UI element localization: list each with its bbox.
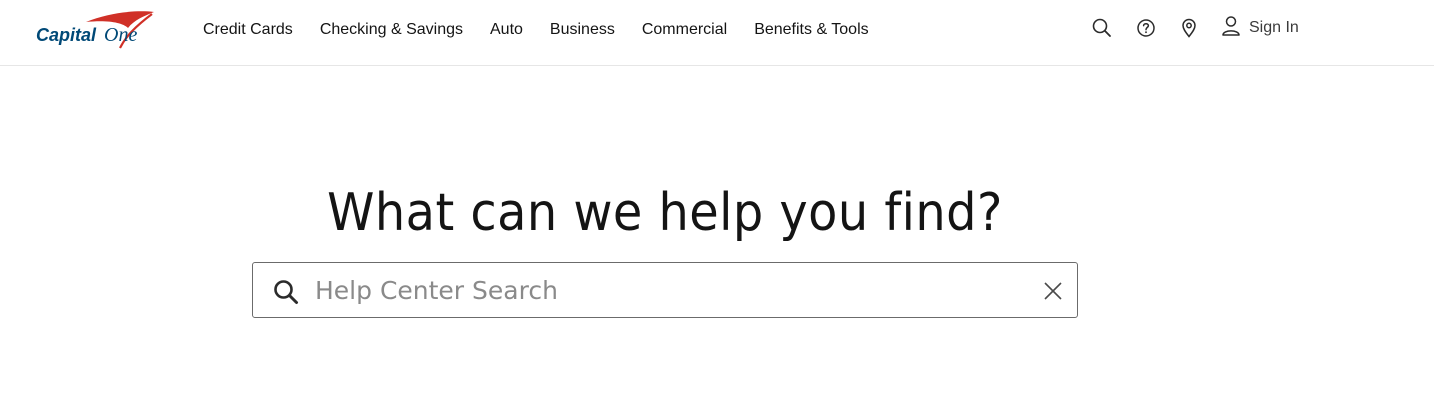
capital-one-logo[interactable]: Capital One [34, 8, 162, 56]
header-search-icon[interactable] [1091, 17, 1113, 39]
user-icon [1221, 15, 1241, 42]
close-icon[interactable] [1043, 281, 1063, 301]
primary-nav: Credit Cards Checking & Savings Auto Bus… [203, 0, 896, 60]
help-icon[interactable] [1136, 17, 1158, 39]
sign-in-label: Sign In [1249, 19, 1299, 36]
logo-text-main: Capital [36, 25, 97, 45]
nav-item-checking-savings[interactable]: Checking & Savings [320, 21, 463, 39]
nav-item-credit-cards[interactable]: Credit Cards [203, 21, 293, 39]
site-header: Capital One Credit Cards Checking & Savi… [0, 0, 1434, 66]
nav-item-commercial[interactable]: Commercial [642, 21, 727, 39]
nav-item-business[interactable]: Business [550, 21, 615, 39]
nav-item-benefits-tools[interactable]: Benefits & Tools [754, 21, 868, 39]
help-center-search-input[interactable] [315, 271, 1015, 309]
nav-item-auto[interactable]: Auto [490, 21, 523, 39]
sign-in-link[interactable]: Sign In [1221, 15, 1299, 42]
help-center-search-box [252, 262, 1078, 318]
search-icon [272, 278, 300, 306]
location-pin-icon[interactable] [1179, 17, 1201, 39]
logo-text-accent: One [104, 24, 137, 46]
page-title: What can we help you find? [327, 182, 1003, 243]
